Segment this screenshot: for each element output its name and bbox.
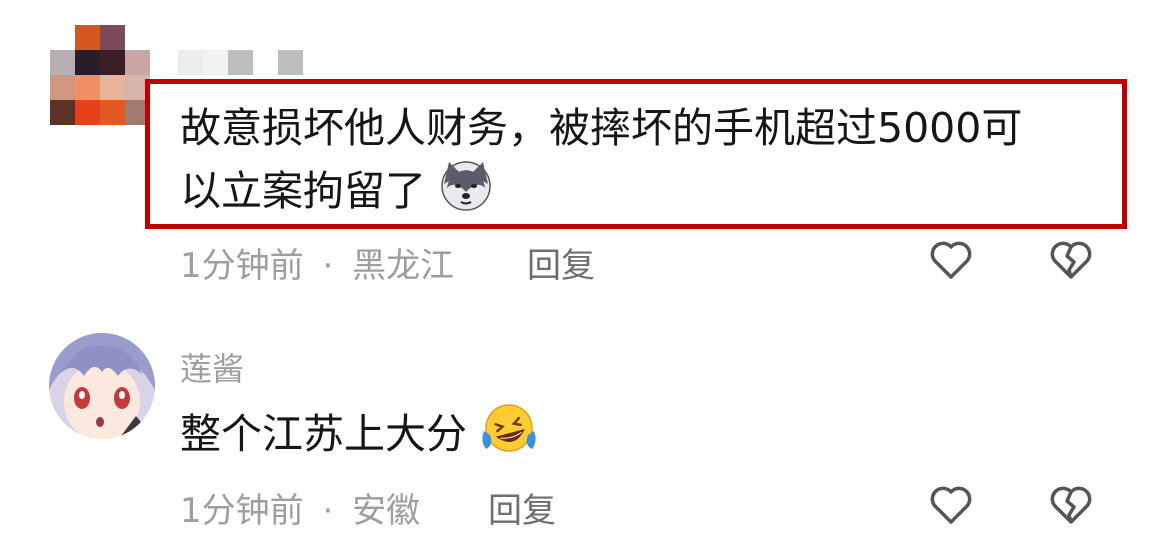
husky-dog-emoji bbox=[439, 158, 493, 230]
heart-icon[interactable] bbox=[927, 481, 975, 529]
location: 黑龙江 bbox=[352, 246, 455, 286]
avatar[interactable] bbox=[48, 332, 156, 440]
reply-button[interactable]: 回复 bbox=[527, 238, 595, 287]
comment-meta: 1分钟前 · 安徽 bbox=[180, 483, 420, 532]
username-blurred[interactable] bbox=[178, 50, 303, 75]
comment-meta: 1分钟前 · 黑龙江 bbox=[180, 238, 454, 287]
broken-heart-icon[interactable] bbox=[1047, 481, 1095, 529]
comment-text-line2: 以立案拘留了 bbox=[180, 167, 426, 215]
timestamp: 1分钟前 bbox=[180, 491, 304, 531]
location: 安徽 bbox=[352, 491, 421, 531]
laughing-tears-emoji bbox=[480, 401, 538, 473]
comment-text: 整个江苏上大分 bbox=[180, 410, 467, 458]
timestamp: 1分钟前 bbox=[180, 246, 304, 286]
broken-heart-icon[interactable] bbox=[1047, 236, 1095, 284]
comment-text-line2-wrap: 以立案拘留了 bbox=[180, 158, 493, 230]
meta-separator: · bbox=[322, 491, 334, 531]
avatar-blurred[interactable] bbox=[50, 25, 150, 125]
heart-icon[interactable] bbox=[927, 236, 975, 284]
meta-separator: · bbox=[322, 246, 334, 286]
comment-text-line1: 故意损坏他人财务，被摔坏的手机超过5000可 bbox=[180, 104, 1023, 152]
comment-text-wrap: 整个江苏上大分 bbox=[180, 401, 538, 473]
username[interactable]: 莲酱 bbox=[180, 344, 244, 390]
reply-button[interactable]: 回复 bbox=[488, 483, 556, 532]
